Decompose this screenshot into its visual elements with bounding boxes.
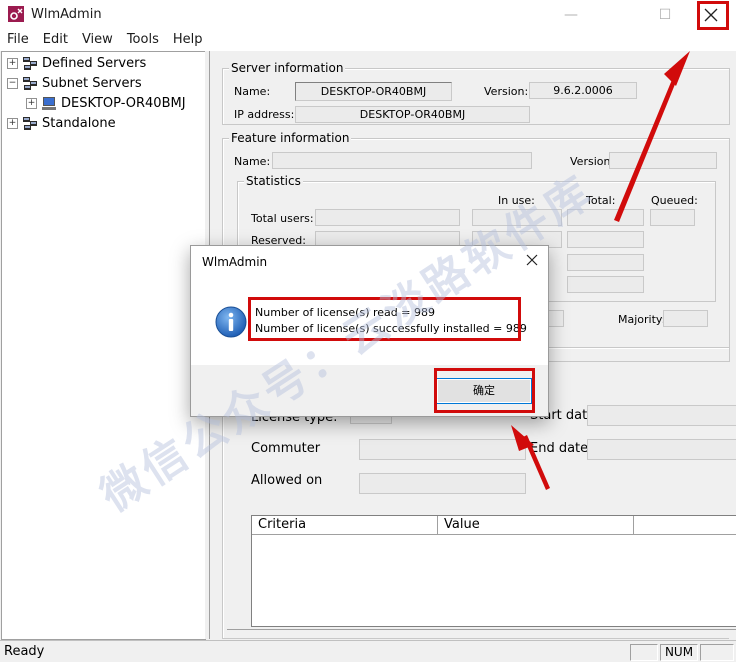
arrow-to-ok bbox=[511, 425, 550, 490]
arrow-to-close bbox=[614, 51, 690, 222]
annotation-arrows bbox=[511, 51, 690, 490]
